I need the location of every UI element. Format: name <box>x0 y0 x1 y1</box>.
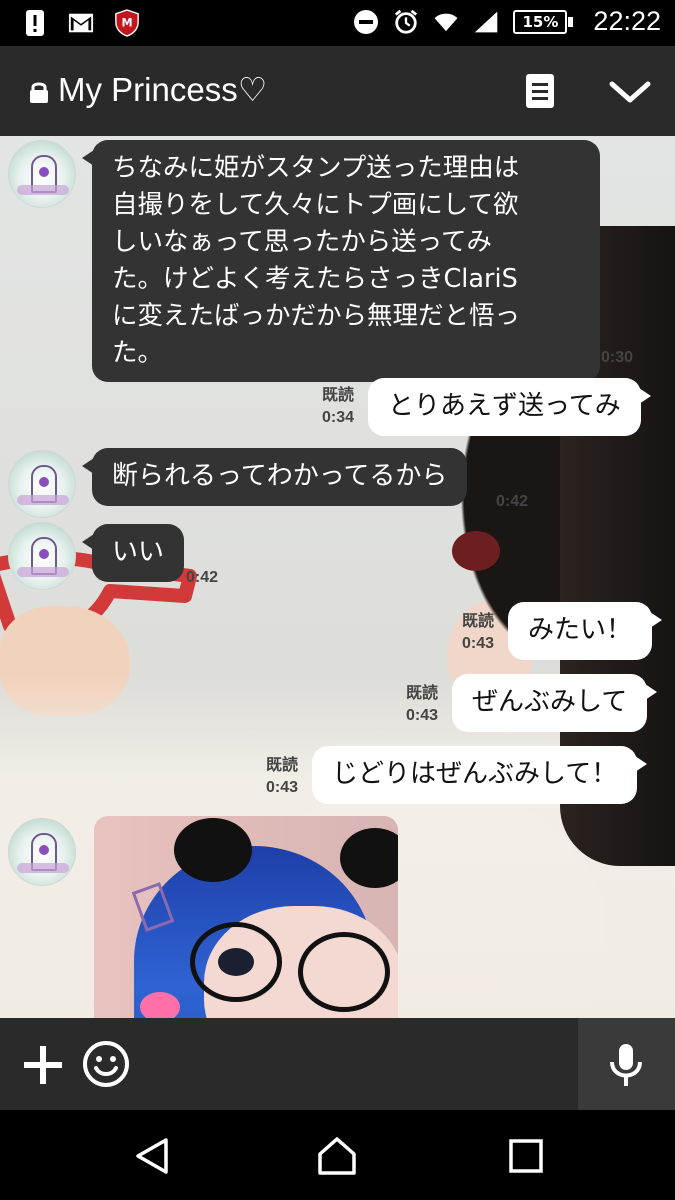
read-receipt: 既読 <box>322 387 355 404</box>
message-line: に変えたばっかだから無理だと悟っ <box>112 301 521 331</box>
message-time: 0:30 <box>601 349 634 366</box>
incoming-message[interactable]: ちなみに姫がスタンプ送った理由は 自撮りをして久々にトプ画にして欲 しいなぁって… <box>82 140 600 382</box>
gmail-icon <box>68 8 94 38</box>
message-time: 0:43 <box>462 635 495 652</box>
read-receipt: 既読 <box>406 685 439 702</box>
outgoing-message[interactable]: じどりはぜんぶみして！ <box>312 746 648 804</box>
chat-area[interactable]: ちなみに姫がスタンプ送った理由は 自撮りをして久々にトプ画にして欲 しいなぁって… <box>0 136 675 1018</box>
wifi-icon <box>433 7 459 37</box>
message-line: た。けどよく考えたらさっきClariS <box>112 264 518 294</box>
avatar[interactable] <box>8 522 76 590</box>
outgoing-message[interactable]: みたい！ <box>508 602 663 660</box>
signal-icon <box>473 7 499 37</box>
message-line: しいなぁって思ったから送ってみ <box>112 227 492 257</box>
message-line: ちなみに姫がスタンプ送った理由は <box>112 153 520 183</box>
microphone-icon <box>606 1042 646 1088</box>
status-bar: M 15% 22:22 <box>0 0 675 46</box>
wallpaper-mouth <box>452 531 500 571</box>
notes-icon[interactable] <box>522 72 558 110</box>
input-bar <box>0 1018 675 1110</box>
message-time: 0:42 <box>496 493 529 510</box>
message-input[interactable] <box>148 1028 568 1100</box>
svg-text:M: M <box>121 17 132 30</box>
do-not-disturb-icon <box>353 7 379 37</box>
clock: 22:22 <box>593 6 661 36</box>
outgoing-message[interactable]: ぜんぶみして <box>452 674 658 732</box>
back-icon[interactable] <box>132 1136 172 1176</box>
voice-button[interactable] <box>578 1018 675 1110</box>
message-line: た。 <box>112 338 164 368</box>
recents-icon[interactable] <box>506 1136 546 1176</box>
mcafee-icon: M <box>114 8 140 38</box>
battery-percent: 15% <box>513 9 568 34</box>
avatar[interactable] <box>8 450 76 518</box>
chat-title: My Princess♡ <box>58 71 268 108</box>
outgoing-message[interactable]: とりあえず送ってみ <box>368 378 651 436</box>
message-time: 0:42 <box>186 569 219 586</box>
lock-icon <box>28 80 50 104</box>
chevron-down-icon[interactable] <box>604 76 656 108</box>
message-time: 0:43 <box>406 707 439 724</box>
battery-icon: 15% <box>513 8 579 36</box>
alert-icon <box>22 8 48 38</box>
chat-header: My Princess♡ <box>0 46 675 136</box>
emoji-icon[interactable] <box>82 1040 130 1088</box>
home-icon[interactable] <box>316 1136 356 1176</box>
avatar[interactable] <box>8 140 76 208</box>
navigation-bar <box>0 1110 675 1200</box>
message-time: 0:34 <box>322 409 355 426</box>
plus-icon[interactable] <box>22 1044 64 1086</box>
read-receipt: 既読 <box>266 757 299 774</box>
incoming-message[interactable]: 断られるってわかってるから <box>81 448 468 506</box>
image-message[interactable] <box>94 816 398 1018</box>
alarm-icon <box>393 7 419 37</box>
incoming-message[interactable]: いい <box>81 524 185 582</box>
message-line: 自撮りをして久々にトプ画にして欲 <box>112 190 519 220</box>
avatar[interactable] <box>8 818 76 886</box>
read-receipt: 既読 <box>462 613 495 630</box>
message-time: 0:43 <box>266 779 299 796</box>
